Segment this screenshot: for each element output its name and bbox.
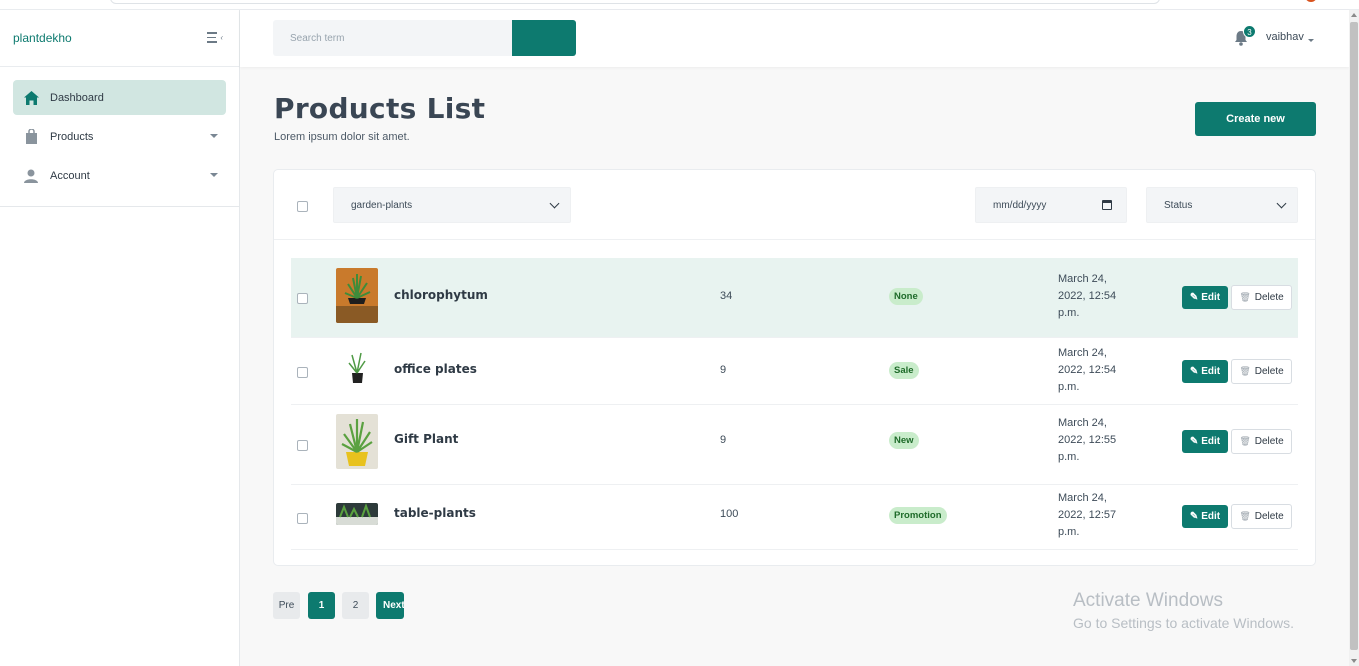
product-thumbnail	[336, 414, 378, 469]
page-subtitle: Lorem ipsum dolor sit amet.	[274, 131, 410, 143]
product-date: March 24, 2022, 12:57 p.m.	[1058, 492, 1117, 538]
edit-button[interactable]: ✎ Edit	[1182, 360, 1228, 383]
edit-button[interactable]: ✎ Edit	[1182, 286, 1228, 309]
status-select[interactable]: Status	[1146, 187, 1298, 223]
trash-icon: 🗑	[1239, 292, 1251, 302]
browser-address-bar[interactable]	[110, 0, 1160, 4]
select-all-checkbox[interactable]	[297, 201, 308, 212]
trash-icon: 🗑	[1239, 366, 1251, 376]
pagination-page-2[interactable]: 2	[342, 592, 369, 619]
sidebar-divider	[0, 206, 240, 207]
pencil-icon: ✎	[1189, 436, 1199, 447]
status-badge: Promotion	[889, 507, 947, 524]
product-thumbnail	[336, 503, 378, 525]
scrollbar-thumb[interactable]	[1350, 22, 1358, 650]
status-badge: Sale	[889, 362, 919, 379]
create-new-button[interactable]: Create new	[1195, 102, 1316, 136]
trash-icon: 🗑	[1239, 436, 1251, 446]
delete-button[interactable]: 🗑 Delete	[1231, 504, 1292, 529]
sidebar-menu: Dashboard Products Account	[13, 80, 226, 197]
status-badge: New	[889, 432, 919, 449]
status-badge: None	[889, 288, 923, 305]
product-name[interactable]: table-plants	[394, 506, 476, 520]
page-title: Products List	[274, 92, 486, 125]
sidebar-item-account[interactable]: Account	[13, 158, 226, 193]
category-select[interactable]: garden-plants	[333, 187, 571, 223]
edit-button[interactable]: ✎ Edit	[1182, 505, 1228, 528]
sidebar-item-label: Products	[50, 130, 94, 143]
home-icon	[23, 90, 39, 106]
top-header: 3 vaibhav	[240, 10, 1349, 67]
scroll-up-arrow-icon[interactable]	[1351, 13, 1357, 17]
chevron-down-icon	[549, 198, 560, 209]
windows-activation-hint: Go to Settings to activate Windows.	[1073, 615, 1294, 631]
product-quantity: 9	[720, 364, 727, 376]
date-placeholder: mm/dd/yyyy	[993, 200, 1047, 211]
product-name[interactable]: Gift Plant	[394, 432, 458, 446]
page-scrollbar[interactable]	[1349, 10, 1359, 666]
menu-collapse-icon[interactable]: ‹	[207, 32, 223, 44]
row-checkbox[interactable]	[297, 513, 308, 524]
sidebar-item-label: Account	[50, 169, 90, 182]
calendar-icon[interactable]	[1102, 200, 1112, 210]
row-checkbox[interactable]	[297, 293, 308, 304]
products-card: garden-plants mm/dd/yyyy Status chloroph…	[273, 169, 1316, 566]
product-quantity: 34	[720, 290, 733, 302]
product-quantity: 100	[720, 508, 739, 520]
sidebar: plantdekho ‹ Dashboard Products Account	[0, 10, 240, 666]
product-quantity: 9	[720, 434, 727, 446]
sidebar-item-dashboard[interactable]: Dashboard	[13, 80, 226, 115]
trash-icon: 🗑	[1239, 511, 1251, 521]
table-row: chlorophytum 34 None March 24, 2022, 12:…	[291, 258, 1298, 338]
row-checkbox[interactable]	[297, 367, 308, 378]
brand-row: plantdekho ‹	[0, 10, 239, 67]
status-select-value: Status	[1164, 200, 1193, 211]
search-button[interactable]	[512, 20, 576, 56]
product-date: March 24, 2022, 12:55 p.m.	[1058, 417, 1117, 463]
category-select-value: garden-plants	[351, 200, 413, 211]
pencil-icon: ✎	[1189, 292, 1199, 303]
edit-button[interactable]: ✎ Edit	[1182, 430, 1228, 453]
chevron-down-icon	[210, 134, 218, 138]
pencil-icon: ✎	[1189, 511, 1199, 522]
row-checkbox[interactable]	[297, 440, 308, 451]
delete-button[interactable]: 🗑 Delete	[1231, 359, 1292, 384]
date-input[interactable]: mm/dd/yyyy	[975, 187, 1127, 223]
sidebar-item-label: Dashboard	[50, 91, 104, 104]
browser-profile-dot	[1305, 0, 1317, 2]
brand-logo[interactable]: plantdekho	[13, 31, 72, 45]
shopping-bag-icon	[23, 129, 39, 145]
chevron-down-icon	[1276, 198, 1287, 209]
chevron-down-icon	[1308, 39, 1314, 42]
sidebar-item-products[interactable]: Products	[13, 119, 226, 154]
search-input[interactable]	[273, 20, 513, 56]
notification-badge: 3	[1243, 25, 1256, 38]
product-date: March 24, 2022, 12:54 p.m.	[1058, 347, 1117, 393]
pagination-page-1[interactable]: 1	[308, 592, 335, 619]
pagination-next-button[interactable]: Next	[376, 592, 404, 619]
table-row: office plates 9 Sale March 24, 2022, 12:…	[291, 338, 1298, 405]
filter-bar: garden-plants mm/dd/yyyy Status	[274, 170, 1315, 240]
browser-top-strip	[0, 0, 1359, 10]
product-date: March 24, 2022, 12:54 p.m.	[1058, 273, 1117, 319]
delete-button[interactable]: 🗑 Delete	[1231, 429, 1292, 454]
product-name[interactable]: chlorophytum	[394, 288, 488, 302]
user-menu[interactable]: vaibhav	[1266, 31, 1304, 43]
table-row: Gift Plant 9 New March 24, 2022, 12:55 p…	[291, 405, 1298, 485]
product-name[interactable]: office plates	[394, 362, 477, 376]
table-row: table-plants 100 Promotion March 24, 202…	[291, 485, 1298, 550]
product-thumbnail	[336, 268, 378, 323]
user-icon	[23, 168, 39, 184]
product-thumbnail	[336, 349, 378, 389]
scroll-down-arrow-icon[interactable]	[1351, 659, 1357, 663]
delete-button[interactable]: 🗑 Delete	[1231, 285, 1292, 310]
pencil-icon: ✎	[1189, 366, 1199, 377]
pagination-prev-button[interactable]: Pre	[273, 592, 300, 619]
chevron-down-icon	[210, 173, 218, 177]
windows-activation-watermark: Activate Windows	[1073, 590, 1223, 611]
